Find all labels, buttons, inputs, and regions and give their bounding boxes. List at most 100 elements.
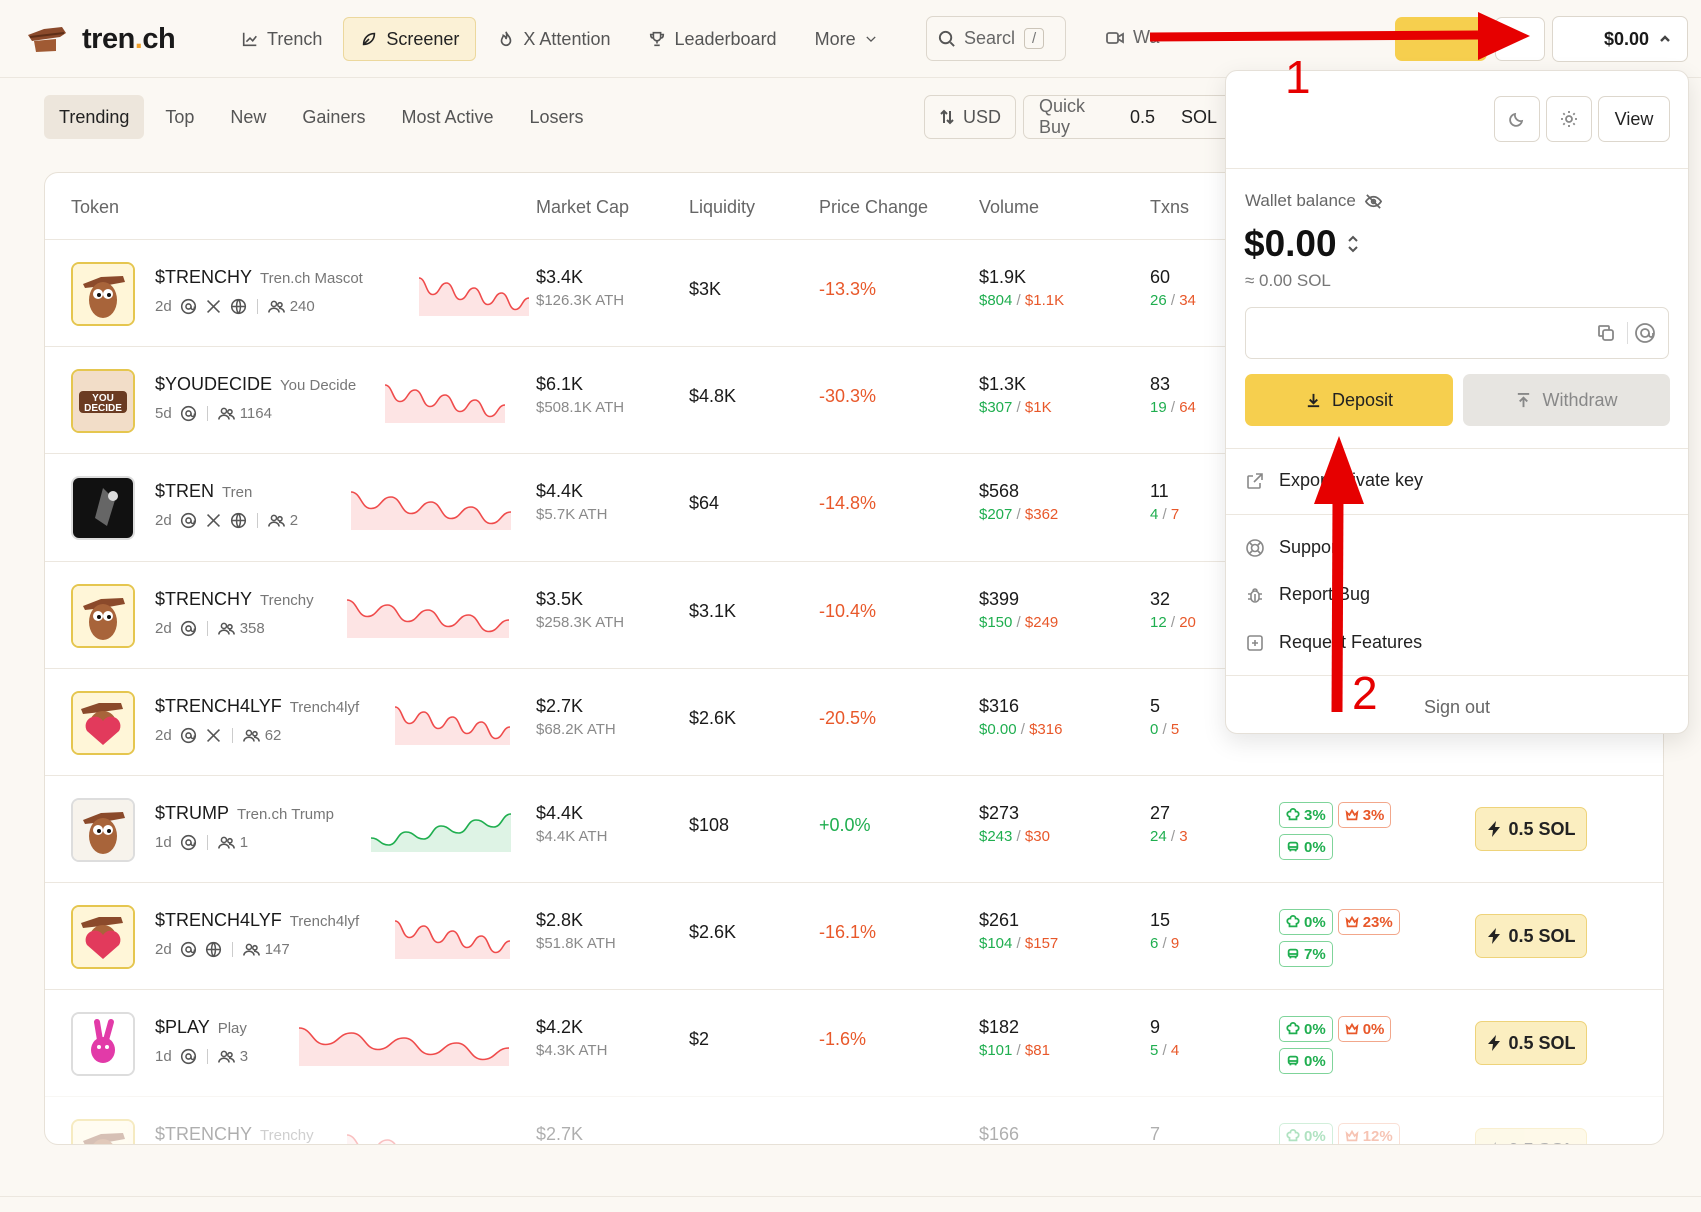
- at-sign-icon[interactable]: [180, 405, 197, 422]
- x-twitter-icon[interactable]: [205, 727, 222, 744]
- globe-icon[interactable]: [230, 512, 247, 529]
- meta-separator: [206, 1049, 208, 1064]
- nav-screener[interactable]: Screener: [343, 17, 477, 61]
- header-token[interactable]: Token: [71, 197, 119, 218]
- x-twitter-icon[interactable]: [205, 512, 222, 529]
- price-change-cell: -14.8%: [819, 493, 877, 513]
- token-symbol[interactable]: $YOUDECIDE You Decide: [155, 374, 356, 395]
- token-avatar[interactable]: [71, 584, 135, 648]
- table-row[interactable]: $PLAY Play 1d 3 $4.2K $4.3K ATH $2 -1.6% $…: [45, 989, 1663, 1096]
- volume-cell: $316 $0.00 / $316: [979, 696, 1063, 738]
- buy-txns: 5: [1150, 1042, 1159, 1059]
- copy-icon[interactable]: [1596, 323, 1616, 343]
- tab-trending[interactable]: Trending: [44, 95, 145, 139]
- notifications-button[interactable]: [1495, 17, 1545, 61]
- meta-separator: [206, 406, 208, 421]
- market-cap-cell: $4.2K $4.3K ATH: [536, 1017, 608, 1059]
- nav-more[interactable]: More: [798, 17, 895, 61]
- buy-txns: 24: [1150, 828, 1167, 845]
- buy-volume: $104: [979, 935, 1013, 952]
- token-age: 1d: [155, 834, 172, 851]
- chef-badge: 0%: [1279, 1016, 1333, 1042]
- table-row[interactable]: $TRENCH4LYF Trench4lyf 2d 147 $2.8K $51.8K…: [45, 882, 1663, 989]
- deposit-button[interactable]: Deposit: [1245, 374, 1453, 426]
- sell-txns: 20: [1179, 614, 1196, 631]
- globe-icon[interactable]: [205, 941, 222, 958]
- currency-toggle[interactable]: USD: [924, 95, 1017, 139]
- token-symbol[interactable]: $TRENCH4LYF Trench4lyf: [155, 696, 359, 717]
- tab-gainers[interactable]: Gainers: [287, 95, 380, 139]
- token-symbol[interactable]: $TRENCHY Trenchy: [155, 1124, 314, 1144]
- sign-out-button[interactable]: Sign out: [1226, 697, 1688, 718]
- withdraw-button[interactable]: Withdraw: [1463, 374, 1670, 426]
- at-sign-icon[interactable]: [180, 727, 197, 744]
- volume-cell: $273 $243 / $30: [979, 803, 1050, 845]
- eye-off-icon[interactable]: [1364, 192, 1383, 211]
- quick-buy-input[interactable]: Quick Buy 0.5 SOL: [1023, 95, 1233, 139]
- annotation-step-1: 1: [1285, 51, 1311, 103]
- nav-leaderboard[interactable]: Leaderboard: [631, 17, 793, 61]
- nav-x-attention[interactable]: X Attention: [480, 17, 627, 61]
- quick-buy-button[interactable]: 0.5 SOL: [1475, 1021, 1587, 1065]
- token-symbol[interactable]: $TRENCHY Trenchy: [155, 589, 314, 610]
- quick-buy-button[interactable]: 0.5 SOL: [1475, 807, 1587, 851]
- connect-button[interactable]: [1395, 17, 1487, 61]
- header-volume[interactable]: Volume: [979, 197, 1039, 218]
- token-avatar[interactable]: [71, 476, 135, 540]
- table-row[interactable]: $TRENCHYTrenchy $2.7K $166 7 0%12% 0.5 S…: [45, 1096, 1663, 1144]
- at-sign-icon[interactable]: [180, 941, 197, 958]
- tab-most-active[interactable]: Most Active: [386, 95, 508, 139]
- meta-separator: [206, 835, 208, 850]
- token-avatar[interactable]: YOU DECIDE: [71, 369, 135, 433]
- globe-icon[interactable]: [230, 298, 247, 315]
- token-avatar[interactable]: [71, 691, 135, 755]
- export-private-key-item[interactable]: Export private key: [1245, 470, 1423, 491]
- header-market-cap[interactable]: Market Cap: [536, 197, 629, 218]
- svg-text:DECIDE: DECIDE: [84, 403, 122, 414]
- report-bug-item[interactable]: Report Bug: [1245, 584, 1370, 605]
- wallet-balance-button[interactable]: $0.00: [1552, 16, 1688, 62]
- header-price-change[interactable]: Price Change: [819, 197, 928, 218]
- quick-buy-button[interactable]: 0.5 SOL: [1475, 914, 1587, 958]
- at-sign-icon[interactable]: [180, 834, 197, 851]
- quick-buy-button[interactable]: 0.5 SOL: [1475, 1128, 1587, 1144]
- header-txns[interactable]: Txns: [1150, 197, 1189, 218]
- price-change-cell: +0.0%: [819, 815, 871, 835]
- header-liquidity[interactable]: Liquidity: [689, 197, 755, 218]
- at-sign-icon[interactable]: [180, 512, 197, 529]
- token-avatar[interactable]: [71, 798, 135, 862]
- table-row[interactable]: $TRUMP Tren.ch Trump 1d 1 $4.4K $4.4K ATH …: [45, 775, 1663, 882]
- chevron-up-down-icon[interactable]: [1347, 235, 1359, 253]
- search-input[interactable]: Searcl /: [926, 16, 1066, 61]
- token-avatar[interactable]: [71, 262, 135, 326]
- theme-toggle-button[interactable]: [1494, 96, 1540, 142]
- token-symbol[interactable]: $TRUMP Tren.ch Trump: [155, 803, 334, 824]
- token-age: 2d: [155, 620, 172, 637]
- token-symbol[interactable]: $TREN Tren: [155, 481, 252, 502]
- token-avatar[interactable]: [71, 1119, 135, 1144]
- upload-icon: [1518, 392, 1530, 407]
- wallet-balance-sol: ≈ 0.00 SOL: [1245, 271, 1331, 290]
- token-symbol[interactable]: $TRENCH4LYF Trench4lyf: [155, 910, 359, 931]
- support-item[interactable]: Support: [1245, 537, 1342, 558]
- logo[interactable]: tren.ch: [26, 20, 176, 58]
- at-sign-icon[interactable]: [180, 1048, 197, 1065]
- token-avatar[interactable]: [71, 905, 135, 969]
- tab-losers[interactable]: Losers: [514, 95, 598, 139]
- nav-watch[interactable]: Wa: [1105, 27, 1159, 48]
- view-wallet-button[interactable]: View: [1598, 96, 1670, 142]
- request-features-item[interactable]: Request Features: [1245, 632, 1422, 653]
- at-sign-icon[interactable]: [180, 620, 197, 637]
- car-icon: [1287, 841, 1299, 852]
- tab-new[interactable]: New: [215, 95, 281, 139]
- nav-trench[interactable]: Trench: [224, 17, 339, 61]
- tab-top[interactable]: Top: [150, 95, 209, 139]
- token-symbol[interactable]: $PLAY Play: [155, 1017, 247, 1038]
- token-avatar[interactable]: [71, 1012, 135, 1076]
- settings-button[interactable]: [1546, 96, 1592, 142]
- wallet-address-field[interactable]: [1245, 307, 1669, 359]
- at-sign-icon[interactable]: [1634, 322, 1656, 344]
- token-symbol[interactable]: $TRENCHY Tren.ch Mascot: [155, 267, 363, 288]
- x-twitter-icon[interactable]: [205, 298, 222, 315]
- at-sign-icon[interactable]: [180, 298, 197, 315]
